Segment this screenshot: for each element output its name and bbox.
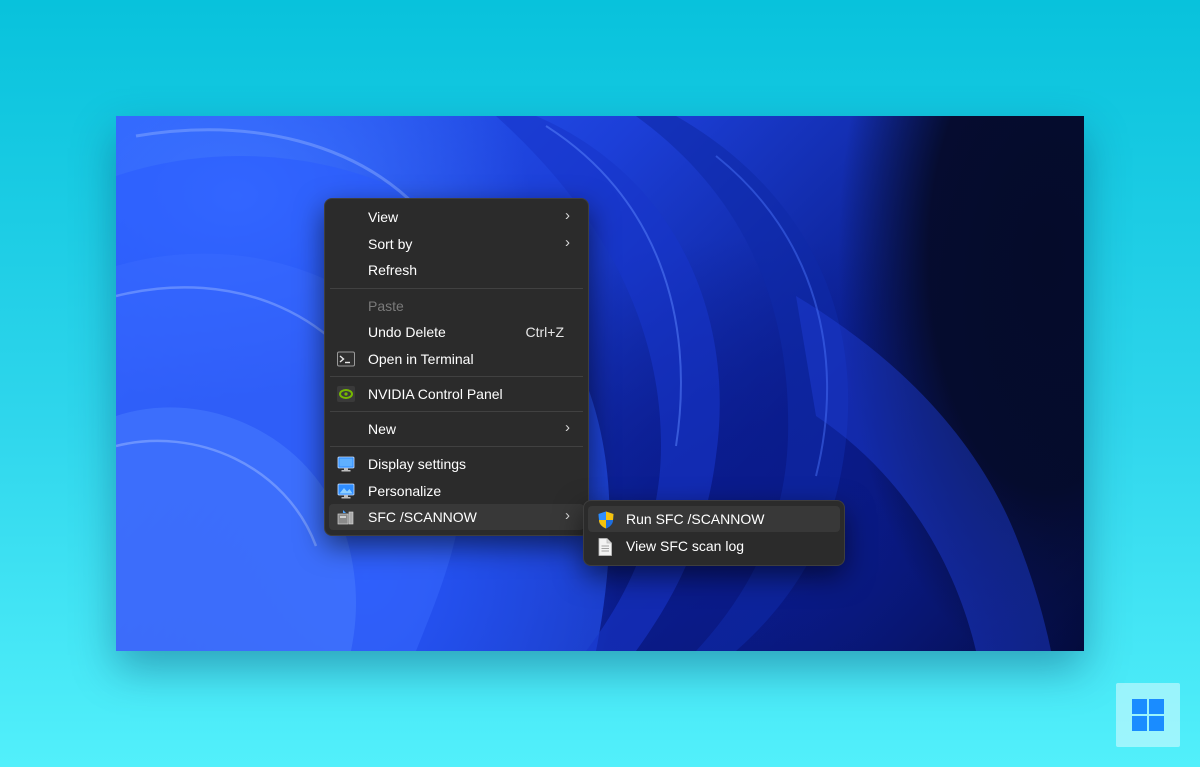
menu-separator [330,446,583,447]
terminal-icon [337,351,355,367]
windows-logo-icon [1132,699,1164,731]
chevron-right-icon: › [565,419,570,436]
chevron-right-icon: › [565,207,570,224]
menu-item-paste: Paste [329,293,584,319]
menu-item-display-settings[interactable]: Display settings [329,451,584,477]
menu-item-label: Personalize [368,483,442,499]
nvidia-icon [337,386,355,402]
menu-item-refresh[interactable]: Refresh [329,257,584,283]
menu-item-label: Sort by [368,236,413,252]
document-icon [597,538,615,556]
menu-item-label: Paste [368,298,404,314]
wallpaper-swirl [116,116,1051,651]
uac-shield-icon [597,511,615,529]
submenu-item-view-sfc-scan-log[interactable]: View SFC scan log [588,533,840,559]
display-icon [337,456,355,472]
menu-item-label: Run SFC /SCANNOW [626,511,765,527]
sfc-tool-icon [337,509,355,525]
menu-separator [330,411,583,412]
menu-item-label: Refresh [368,262,418,278]
sfc-submenu: Run SFC /SCANNOW View SFC scan log [583,500,845,566]
menu-item-new[interactable]: New › [329,416,584,442]
menu-item-sort-by[interactable]: Sort by › [329,231,584,257]
menu-item-undo-delete[interactable]: Undo Delete Ctrl+Z [329,319,584,345]
shortcut-text: Ctrl+Z [525,324,565,340]
menu-item-open-in-terminal[interactable]: Open in Terminal [329,346,584,372]
windows-logo-badge [1116,683,1180,747]
chevron-right-icon: › [565,234,570,251]
desktop-wallpaper [116,116,1084,651]
chevron-right-icon: › [565,507,570,524]
menu-item-view[interactable]: View › [329,204,584,230]
menu-item-label: New [368,421,397,437]
submenu-item-run-sfc-scannow[interactable]: Run SFC /SCANNOW [588,506,840,532]
menu-item-label: Undo Delete [368,324,446,340]
menu-item-label: SFC /SCANNOW [368,509,477,525]
menu-separator [330,376,583,377]
menu-separator [330,288,583,289]
menu-item-label: View SFC scan log [626,538,745,554]
personalize-icon [337,483,355,499]
desktop-context-menu: View › Sort by › Refresh Paste Undo Dele… [324,198,589,536]
menu-item-sfc-scannow[interactable]: SFC /SCANNOW › [329,504,584,530]
menu-item-nvidia-control-panel[interactable]: NVIDIA Control Panel [329,381,584,407]
menu-item-label: Open in Terminal [368,351,474,367]
menu-item-label: Display settings [368,456,467,472]
menu-item-personalize[interactable]: Personalize [329,478,584,504]
menu-item-label: NVIDIA Control Panel [368,386,503,402]
menu-item-label: View [368,209,399,225]
